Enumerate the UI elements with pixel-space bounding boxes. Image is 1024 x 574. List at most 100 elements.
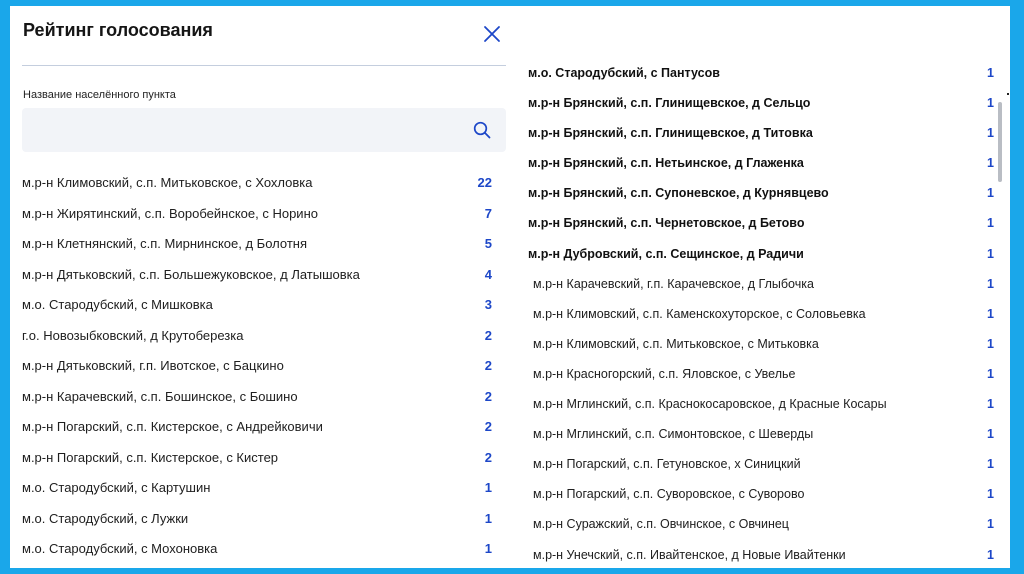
list-item[interactable]: м.р-н Дятьковский, г.п. Ивотское, с Бацк… <box>22 350 492 381</box>
vote-count: 1 <box>987 306 994 321</box>
list-item[interactable]: м.р-н Жирятинский, с.п. Воробейнское, с … <box>22 198 492 229</box>
list-item[interactable]: м.р-н Унечский, с.п. Ивайтенское, д Новы… <box>528 544 994 574</box>
list-item[interactable]: м.р-н Красногорский, с.п. Яловское, с Ув… <box>528 363 994 393</box>
vote-count: 22 <box>477 175 492 190</box>
vote-count: 1 <box>987 397 994 412</box>
list-item[interactable]: м.о. Стародубский, с Пантусов 1 <box>528 62 994 92</box>
settlement-name: м.р-н Климовский, с.п. Митьковское, с Ми… <box>533 336 819 351</box>
list-item[interactable]: м.р-н Суражский, с.п. Овчинское, с Овчин… <box>528 513 994 543</box>
vote-count: 1 <box>484 541 492 556</box>
rating-list-right: м.о. Стародубский, с Пантусов 1 м.р-н Брян… <box>528 62 994 574</box>
settlement-name: м.р-н Брянский, с.п. Чернетовское, д Бет… <box>528 216 805 231</box>
settlement-name: м.р-н Мглинский, с.п. Симонтовское, с Ше… <box>533 427 814 442</box>
settlement-name: м.р-н Погарский, с.п. Кистерское, с Кист… <box>22 449 279 465</box>
close-icon <box>484 26 500 42</box>
settlement-name: м.р-н Брянский, с.п. Глинищевское, д Тит… <box>528 126 813 141</box>
list-item[interactable]: м.р-н Карачевский, г.п. Карачевское, д Г… <box>528 273 994 303</box>
settlement-name: м.р-н Дубровский, с.п. Сещинское, д Ради… <box>528 246 804 261</box>
list-item[interactable]: м.о. Стародубский, с Лужки 1 <box>22 503 492 534</box>
list-item[interactable]: м.р-н Брянский, с.п. Нетьинское, д Глаже… <box>528 152 994 182</box>
voting-rating-window: Рейтинг голосования Название населённого… <box>10 6 1010 568</box>
list-item[interactable]: м.р-н Брянский, с.п. Чернетовское, д Бет… <box>528 212 994 242</box>
settlement-name: м.р-н Погарский, с.п. Гетуновское, х Син… <box>533 457 801 472</box>
settlement-name: м.р-н Климовский, с.п. Митьковское, с Хо… <box>22 175 313 190</box>
rating-panel: Рейтинг голосования Название населённого… <box>10 6 515 568</box>
vote-count: 1 <box>987 276 994 291</box>
vote-count: 1 <box>987 366 994 381</box>
settlement-name: м.р-н Брянский, с.п. Нетьинское, д Глаже… <box>528 156 804 171</box>
vote-count: 1 <box>987 96 994 111</box>
vote-count: 3 <box>484 297 492 312</box>
settlement-name: м.р-н Карачевский, с.п. Бошинское, с Бош… <box>22 388 298 404</box>
settlement-name: м.р-н Дятьковский, с.п. Большежуковское,… <box>22 266 360 282</box>
vote-count: 4 <box>484 266 492 282</box>
list-item[interactable]: м.р-н Климовский, с.п. Митьковское, с Ми… <box>528 333 994 363</box>
vote-count: 1 <box>987 156 994 171</box>
settlement-name: м.р-н Красногорский, с.п. Яловское, с Ув… <box>533 366 796 381</box>
vote-count: 1 <box>987 457 994 472</box>
list-item[interactable]: м.р-н Погарский, с.п. Гетуновское, х Син… <box>528 453 994 483</box>
vote-count: 7 <box>484 205 492 221</box>
scrollbar[interactable] <box>998 102 1002 182</box>
list-item[interactable]: м.о. Стародубский, с Мишковка 3 <box>22 289 492 320</box>
settlement-name: м.о. Стародубский, с Пантусов <box>528 66 720 80</box>
list-item[interactable]: м.о. Стародубский, с Мохоновка 1 <box>22 533 492 564</box>
settlement-name: м.р-н Карачевский, г.п. Карачевское, д Г… <box>533 276 814 291</box>
vote-count: 1 <box>987 186 994 201</box>
vote-count: 2 <box>484 449 492 465</box>
settlement-name: м.р-н Унечский, с.п. Ивайтенское, д Новы… <box>533 547 846 562</box>
vote-count: 1 <box>987 336 994 351</box>
vote-count: 2 <box>484 358 492 373</box>
settlement-name: г.о. Новозыбковский, д Крутоберезка <box>22 327 244 343</box>
list-item[interactable]: м.р-н Брянский, с.п. Глинищевское, д Тит… <box>528 122 994 152</box>
vote-count: 2 <box>484 419 492 434</box>
list-item[interactable]: м.р-н Карачевский, с.п. Бошинское, с Бош… <box>22 381 492 412</box>
list-item[interactable]: м.р-н Клетнянский, с.п. Мирнинское, д Бо… <box>22 228 492 259</box>
list-item[interactable]: м.р-н Климовский, с.п. Каменскохуторское… <box>528 303 994 333</box>
rating-list-left: м.р-н Климовский, с.п. Митьковское, с Хо… <box>22 167 492 564</box>
settlement-name: м.р-н Мглинский, с.п. Краснокосаровское,… <box>533 397 887 412</box>
settlement-name: м.р-н Погарский, с.п. Кистерское, с Андр… <box>22 419 323 434</box>
settlement-name: м.р-н Погарский, с.п. Суворовское, с Сув… <box>533 487 805 502</box>
vote-count: 1 <box>484 480 492 495</box>
settlement-name: м.р-н Жирятинский, с.п. Воробейнское, с … <box>22 205 318 221</box>
settlement-name: м.р-н Дятьковский, г.п. Ивотское, с Бацк… <box>22 358 284 373</box>
settlement-name: м.о. Стародубский, с Картушин <box>22 480 211 495</box>
vote-count: 1 <box>987 517 994 532</box>
vote-count: 1 <box>987 126 994 141</box>
list-item[interactable]: м.р-н Погарский, с.п. Кистерское, с Андр… <box>22 411 492 442</box>
vote-count: 1 <box>987 487 994 502</box>
settlement-name: м.р-н Брянский, с.п. Супоневское, д Курн… <box>528 186 829 201</box>
header-divider <box>22 65 506 66</box>
settlement-name: м.о. Стародубский, с Лужки <box>22 510 189 526</box>
list-item[interactable]: г.о. Новозыбковский, д Крутоберезка 2 <box>22 320 492 351</box>
search-label: Название населённого пункта <box>23 89 176 101</box>
settlement-name: м.р-н Суражский, с.п. Овчинское, с Овчин… <box>533 517 789 532</box>
close-button[interactable] <box>482 24 502 44</box>
vote-count: 1 <box>987 216 994 231</box>
vote-count: 1 <box>987 427 994 442</box>
list-item[interactable]: м.р-н Дятьковский, с.п. Большежуковское,… <box>22 259 492 290</box>
settlement-name: м.р-н Брянский, с.п. Глинищевское, д Сел… <box>528 96 811 111</box>
vote-count: 1 <box>987 246 994 261</box>
list-item[interactable]: м.р-н Погарский, с.п. Суворовское, с Сув… <box>528 483 994 513</box>
search-icon[interactable] <box>473 121 491 139</box>
settlement-name: м.р-н Клетнянский, с.п. Мирнинское, д Бо… <box>22 236 307 251</box>
list-item[interactable]: м.р-н Дубровский, с.п. Сещинское, д Ради… <box>528 243 994 273</box>
list-item[interactable]: м.р-н Брянский, с.п. Глинищевское, д Сел… <box>528 92 994 122</box>
list-item[interactable]: м.о. Стародубский, с Картушин 1 <box>22 472 492 503</box>
settlement-name: м.р-н Климовский, с.п. Каменскохуторское… <box>533 306 866 321</box>
dot-marker <box>1007 93 1009 95</box>
list-item[interactable]: м.р-н Погарский, с.п. Кистерское, с Кист… <box>22 442 492 473</box>
list-item[interactable]: м.р-н Мглинский, с.п. Краснокосаровское,… <box>528 393 994 423</box>
vote-count: 5 <box>484 236 492 251</box>
list-item[interactable]: м.р-н Климовский, с.п. Митьковское, с Хо… <box>22 167 492 198</box>
list-item[interactable]: м.р-н Брянский, с.п. Супоневское, д Курн… <box>528 182 994 212</box>
vote-count: 1 <box>484 510 492 526</box>
vote-count: 1 <box>987 547 994 562</box>
vote-count: 2 <box>484 327 492 343</box>
vote-count: 1 <box>987 66 994 80</box>
search-box[interactable] <box>22 108 506 152</box>
list-item[interactable]: м.р-н Мглинский, с.п. Симонтовское, с Ше… <box>528 423 994 453</box>
search-input[interactable] <box>22 108 462 152</box>
